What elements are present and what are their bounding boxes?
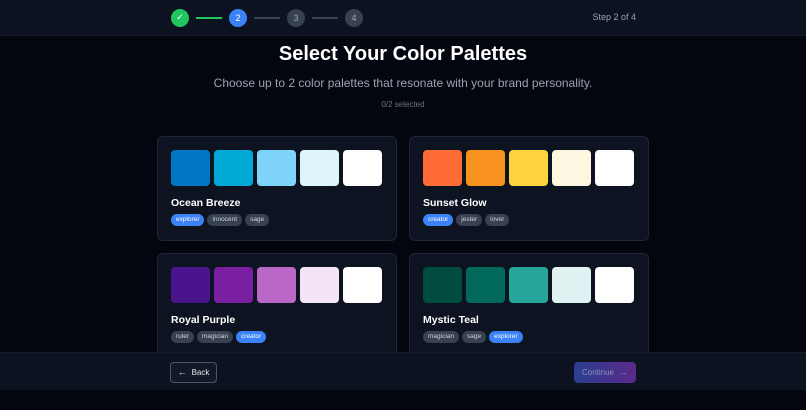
continue-button[interactable]: Continue → — [574, 362, 636, 383]
step-2-indicator: 2 — [229, 8, 247, 27]
archetype-tag: ruler — [171, 331, 195, 343]
color-swatch — [552, 267, 591, 303]
page-title: Select Your Color Palettes — [278, 43, 528, 65]
archetype-tag: sage — [462, 331, 487, 343]
palette-name: Sunset Glow — [423, 197, 487, 209]
color-swatch — [343, 150, 382, 186]
palette-name: Royal Purple — [171, 314, 236, 326]
color-swatch — [423, 150, 462, 186]
archetype-tag: magician — [423, 331, 460, 343]
palette-grid: Ocean Breeze explorer innocent sage Suns… — [0, 124, 806, 352]
archetype-tag: explorer — [489, 331, 523, 343]
archetype-tags: magician sage explorer — [423, 331, 523, 343]
archetype-tag: creator — [236, 331, 267, 343]
step-1-indicator: ✓ — [171, 8, 189, 27]
selection-counter: 0/2 selected — [381, 100, 425, 109]
palette-name: Ocean Breeze — [171, 197, 241, 209]
palette-card-mystic-teal[interactable]: Mystic Teal magician sage explorer — [409, 253, 649, 352]
step-status: Step 2 of 4 — [592, 12, 636, 22]
color-swatch — [300, 267, 339, 303]
swatch-row — [423, 267, 634, 303]
color-swatch — [552, 150, 591, 186]
archetype-tag: creator — [423, 214, 454, 226]
palette-name: Mystic Teal — [423, 314, 479, 326]
page-subtitle: Choose up to 2 color palettes that reson… — [213, 76, 593, 90]
color-swatch — [343, 267, 382, 303]
step-connector — [196, 16, 222, 19]
arrow-left-icon: ← — [177, 367, 187, 377]
archetype-tag: innocent — [207, 214, 243, 226]
palette-card-ocean-breeze[interactable]: Ocean Breeze explorer innocent sage — [157, 136, 397, 241]
swatch-row — [423, 150, 634, 186]
footer-bar: ← Back Continue → — [0, 352, 806, 390]
color-swatch — [595, 150, 634, 186]
color-swatch — [466, 267, 505, 303]
archetype-tags: explorer innocent sage — [171, 214, 270, 226]
color-swatch — [466, 150, 505, 186]
step-connector — [254, 16, 280, 19]
swatch-row — [171, 150, 382, 186]
archetype-tags: creator jester lover — [423, 214, 510, 226]
arrow-right-icon: → — [619, 367, 629, 377]
color-swatch — [509, 150, 548, 186]
back-button-label: Back — [191, 368, 210, 377]
palette-card-sunset-glow[interactable]: Sunset Glow creator jester lover — [409, 136, 649, 241]
archetype-tag: lover — [485, 214, 510, 226]
stepper: ✓ 2 3 4 — [171, 8, 363, 27]
archetype-tags: ruler magician creator — [171, 331, 267, 343]
step-connector — [312, 16, 338, 19]
color-swatch — [171, 150, 210, 186]
archetype-tag: jester — [456, 214, 483, 226]
continue-button-label: Continue — [581, 368, 615, 377]
archetype-tag: explorer — [171, 214, 205, 226]
top-progress-bar: ✓ 2 3 4 Step 2 of 4 — [0, 0, 806, 36]
archetype-tag: magician — [197, 331, 234, 343]
step-3-indicator: 3 — [287, 8, 305, 27]
color-swatch — [214, 150, 253, 186]
color-swatch — [300, 150, 339, 186]
color-swatch — [171, 267, 210, 303]
color-swatch — [257, 150, 296, 186]
color-swatch — [257, 267, 296, 303]
color-swatch — [509, 267, 548, 303]
color-swatch — [214, 267, 253, 303]
step-4-indicator: 4 — [345, 8, 363, 27]
archetype-tag: sage — [245, 214, 270, 226]
palette-card-royal-purple[interactable]: Royal Purple ruler magician creator — [157, 253, 397, 352]
color-swatch — [595, 267, 634, 303]
swatch-row — [171, 267, 382, 303]
back-button[interactable]: ← Back — [170, 362, 217, 383]
color-swatch — [423, 267, 462, 303]
